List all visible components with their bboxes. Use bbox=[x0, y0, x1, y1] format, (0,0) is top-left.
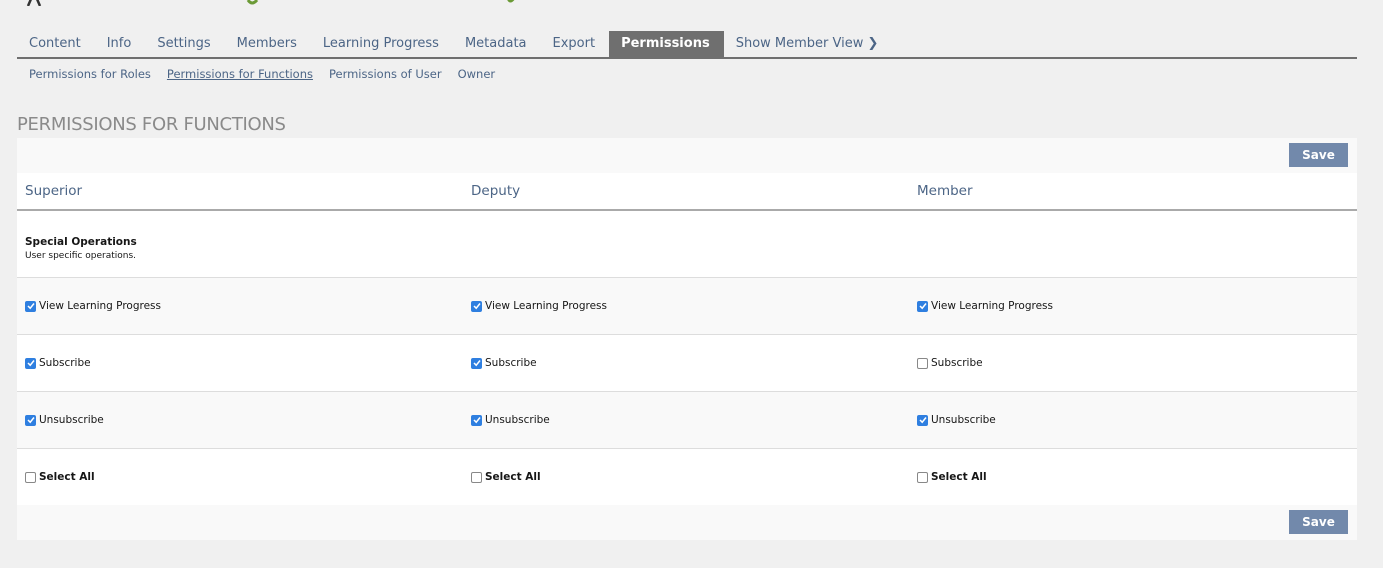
checkbox-checked[interactable] bbox=[25, 300, 36, 312]
column-header-member: Member bbox=[917, 183, 973, 199]
check-icon bbox=[472, 303, 481, 310]
checkbox-checked[interactable] bbox=[25, 414, 36, 426]
tab-learning-progress[interactable]: Learning Progress bbox=[311, 31, 453, 57]
checkbox-checked[interactable] bbox=[471, 414, 482, 426]
permission-cell-deputy[interactable]: Subscribe bbox=[463, 357, 909, 369]
section-description: User specific operations. bbox=[25, 251, 137, 261]
tab-settings[interactable]: Settings bbox=[145, 31, 224, 57]
checkbox-checked[interactable] bbox=[25, 357, 36, 369]
checkbox-label: Unsubscribe bbox=[485, 414, 550, 426]
checkbox-unchecked[interactable] bbox=[917, 357, 928, 369]
permission-cell-member[interactable]: Select All bbox=[909, 471, 1355, 483]
table-header: Superior Deputy Member bbox=[17, 173, 1357, 211]
section-title: Special Operations bbox=[25, 236, 137, 248]
permission-cell-superior[interactable]: Select All bbox=[17, 471, 463, 483]
check-icon bbox=[472, 360, 481, 367]
subtab-permissions-for-roles[interactable]: Permissions for Roles bbox=[29, 67, 151, 81]
show-member-view-label: Show Member View bbox=[735, 36, 864, 51]
permission-cell-superior[interactable]: Subscribe bbox=[17, 357, 463, 369]
checkbox-label: View Learning Progress bbox=[931, 300, 1053, 312]
chevron-right-icon: ❯ bbox=[867, 36, 879, 51]
column-header-superior: Superior bbox=[25, 183, 83, 199]
checkbox-label: Select All bbox=[39, 471, 95, 483]
permission-cell-member[interactable]: View Learning Progress bbox=[909, 300, 1355, 312]
table-row: Subscribe Subscribe Subscribe bbox=[17, 335, 1357, 392]
save-button-bottom[interactable]: Save bbox=[1289, 510, 1348, 534]
checkbox-unchecked[interactable] bbox=[917, 471, 928, 483]
permission-cell-member[interactable]: Subscribe bbox=[909, 357, 1355, 369]
tab-show-member-view[interactable]: Show Member View ❯ bbox=[724, 31, 893, 57]
permissions-panel: Save Superior Deputy Member Special Oper… bbox=[17, 138, 1357, 540]
check-icon bbox=[918, 417, 927, 424]
checkbox-unchecked[interactable] bbox=[471, 471, 482, 483]
title-fragment bbox=[26, 0, 515, 6]
section-special-operations: Special Operations User specific operati… bbox=[17, 211, 1357, 278]
check-icon bbox=[26, 417, 35, 424]
checkbox-label: Unsubscribe bbox=[931, 414, 996, 426]
check-icon bbox=[26, 360, 35, 367]
tab-content[interactable]: Content bbox=[17, 31, 95, 57]
tab-permissions[interactable]: Permissions bbox=[609, 31, 724, 57]
permission-cell-deputy[interactable]: Select All bbox=[463, 471, 909, 483]
checkbox-unchecked[interactable] bbox=[25, 471, 36, 483]
tab-export[interactable]: Export bbox=[541, 31, 610, 57]
checkbox-label: View Learning Progress bbox=[39, 300, 161, 312]
tab-members[interactable]: Members bbox=[225, 31, 311, 57]
tab-info[interactable]: Info bbox=[95, 31, 146, 57]
sub-tabs: Permissions for Roles Permissions for Fu… bbox=[29, 67, 495, 81]
page-title: PERMISSIONS FOR FUNCTIONS bbox=[17, 114, 286, 135]
checkbox-label: Subscribe bbox=[39, 357, 91, 369]
checkbox-label: Select All bbox=[485, 471, 541, 483]
table-row: Select All Select All Select All bbox=[17, 449, 1357, 505]
main-tabs: Content Info Settings Members Learning P… bbox=[17, 31, 1357, 59]
bottom-toolbar: Save bbox=[17, 505, 1357, 540]
checkbox-checked[interactable] bbox=[471, 300, 482, 312]
permission-cell-deputy[interactable]: Unsubscribe bbox=[463, 414, 909, 426]
save-button-top[interactable]: Save bbox=[1289, 143, 1348, 167]
tab-metadata[interactable]: Metadata bbox=[453, 31, 541, 57]
table-row: Unsubscribe Unsubscribe Unsubscribe bbox=[17, 392, 1357, 449]
permission-cell-deputy[interactable]: View Learning Progress bbox=[463, 300, 909, 312]
checkbox-label: Unsubscribe bbox=[39, 414, 104, 426]
permission-cell-superior[interactable]: Unsubscribe bbox=[17, 414, 463, 426]
column-header-deputy: Deputy bbox=[471, 183, 521, 199]
checkbox-checked[interactable] bbox=[917, 414, 928, 426]
checkbox-checked[interactable] bbox=[471, 357, 482, 369]
subtab-permissions-for-functions[interactable]: Permissions for Functions bbox=[167, 67, 313, 81]
checkbox-label: Subscribe bbox=[931, 357, 983, 369]
permission-cell-superior[interactable]: View Learning Progress bbox=[17, 300, 463, 312]
check-icon bbox=[472, 417, 481, 424]
checkbox-checked[interactable] bbox=[917, 300, 928, 312]
checkbox-label: Subscribe bbox=[485, 357, 537, 369]
permission-cell-member[interactable]: Unsubscribe bbox=[909, 414, 1355, 426]
check-icon bbox=[918, 303, 927, 310]
table-row: View Learning Progress View Learning Prog… bbox=[17, 278, 1357, 335]
subtab-permissions-of-user[interactable]: Permissions of User bbox=[329, 67, 442, 81]
subtab-owner[interactable]: Owner bbox=[458, 67, 496, 81]
checkbox-label: View Learning Progress bbox=[485, 300, 607, 312]
top-toolbar: Save bbox=[17, 138, 1357, 173]
checkbox-label: Select All bbox=[931, 471, 987, 483]
check-icon bbox=[26, 303, 35, 310]
